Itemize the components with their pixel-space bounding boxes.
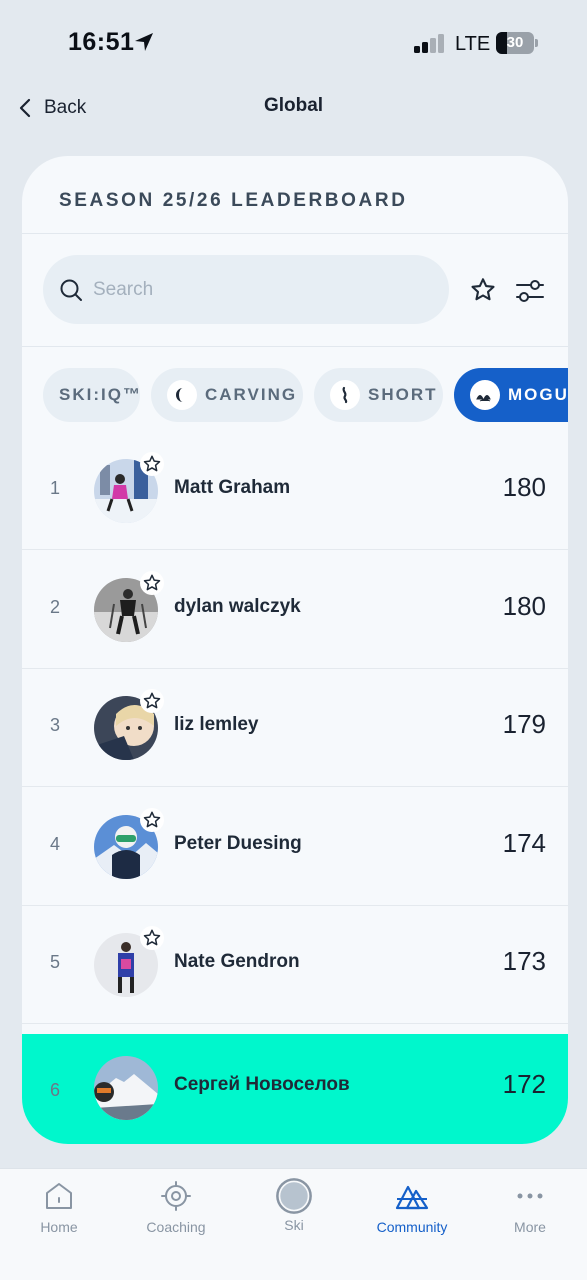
tab-bar: Home Coaching Ski Community More	[0, 1168, 587, 1280]
discipline-chips: SKI:IQ™ CARVING SHORT MOGULS	[43, 368, 568, 422]
tab-coaching[interactable]: Coaching	[121, 1179, 231, 1239]
leaderboard-row[interactable]: 3 liz lemley 179	[22, 669, 568, 787]
score: 179	[502, 709, 546, 739]
leaderboard-row[interactable]: 2 dylan walczyk 180	[22, 551, 568, 669]
skier-name: dylan walczyk	[174, 596, 301, 617]
moguls-icon	[470, 380, 500, 410]
page-title: Global	[263, 95, 324, 116]
skier-name: liz lemley	[174, 714, 259, 735]
tab-label: Ski	[284, 1217, 304, 1233]
leaderboard-row[interactable]: 5 Nate Gendron 173	[22, 906, 568, 1024]
skier-name: Сергей Новоселов	[174, 1074, 350, 1095]
tab-label: More	[514, 1219, 546, 1235]
more-icon	[517, 1193, 543, 1199]
rank-number: 5	[50, 952, 61, 972]
rank-number: 3	[50, 715, 61, 735]
divider	[22, 346, 568, 347]
battery-indicator: 30	[496, 32, 538, 54]
rank-number: 6	[50, 1080, 61, 1100]
skier-name: Nate Gendron	[174, 951, 300, 972]
favorite-star-icon[interactable]	[140, 926, 164, 950]
tab-label: Coaching	[146, 1219, 206, 1235]
chip-label: CARVING	[205, 385, 298, 404]
leaderboard-title: SEASON 25/26 LEADERBOARD	[59, 190, 408, 211]
chip-short[interactable]: SHORT	[314, 368, 443, 422]
status-bar: 16:51 LTE 30	[0, 0, 587, 88]
rank-number: 2	[50, 597, 61, 617]
leaderboard-row[interactable]: 4 Peter Duesing 174	[22, 788, 568, 906]
rank-number: 4	[50, 834, 61, 854]
target-icon	[161, 1181, 191, 1211]
leaderboard-row[interactable]: 1 Matt Graham 180	[22, 432, 568, 550]
search-icon	[60, 279, 82, 301]
cellular-signal-icon	[414, 34, 444, 53]
chip-ski-iq[interactable]: SKI:IQ™	[43, 368, 140, 422]
score: 180	[502, 591, 546, 621]
carrier-label: LTE	[455, 33, 491, 55]
score: 173	[502, 946, 546, 976]
leaderboard-card: SEASON 25/26 LEADERBOARD SKI:IQ™ CARVING	[22, 156, 568, 1144]
location-arrow-icon	[135, 33, 153, 51]
rank-number: 1	[50, 478, 61, 498]
chip-carving[interactable]: CARVING	[151, 368, 303, 422]
ski-icon	[276, 1178, 312, 1214]
tab-more[interactable]: More	[475, 1179, 585, 1239]
carving-icon	[167, 380, 197, 410]
skier-name: Matt Graham	[174, 477, 291, 498]
favorites-star-icon[interactable]	[469, 276, 497, 304]
short-turn-icon	[330, 380, 360, 410]
favorite-star-icon[interactable]	[140, 689, 164, 713]
home-icon	[46, 1183, 72, 1209]
filter-sliders-icon[interactable]	[515, 277, 545, 305]
tab-community[interactable]: Community	[357, 1179, 467, 1239]
score: 180	[502, 472, 546, 502]
favorite-star-icon[interactable]	[140, 452, 164, 476]
search-input[interactable]	[93, 278, 423, 301]
search-field[interactable]	[43, 255, 449, 324]
favorite-star-icon[interactable]	[140, 571, 164, 595]
chip-moguls[interactable]: MOGULS	[454, 368, 568, 422]
avatar	[94, 1056, 158, 1120]
score: 172	[502, 1069, 546, 1099]
battery-percent: 30	[506, 34, 524, 51]
status-time: 16:51	[68, 28, 135, 56]
chip-label: SKI:IQ™	[59, 385, 142, 404]
chip-label: MOGULS	[508, 385, 568, 404]
score: 174	[502, 828, 546, 858]
chip-label: SHORT	[368, 385, 438, 404]
tab-label: Home	[40, 1219, 78, 1235]
tab-home[interactable]: Home	[4, 1179, 114, 1239]
tab-label: Community	[376, 1219, 448, 1235]
divider	[22, 233, 568, 234]
leaderboard-row-current-user[interactable]: 6 Сергей Новоселов 172	[22, 1034, 568, 1144]
skier-name: Peter Duesing	[174, 833, 302, 854]
tab-ski[interactable]: Ski	[239, 1178, 349, 1239]
favorite-star-icon[interactable]	[140, 808, 164, 832]
mountains-icon	[395, 1185, 429, 1210]
